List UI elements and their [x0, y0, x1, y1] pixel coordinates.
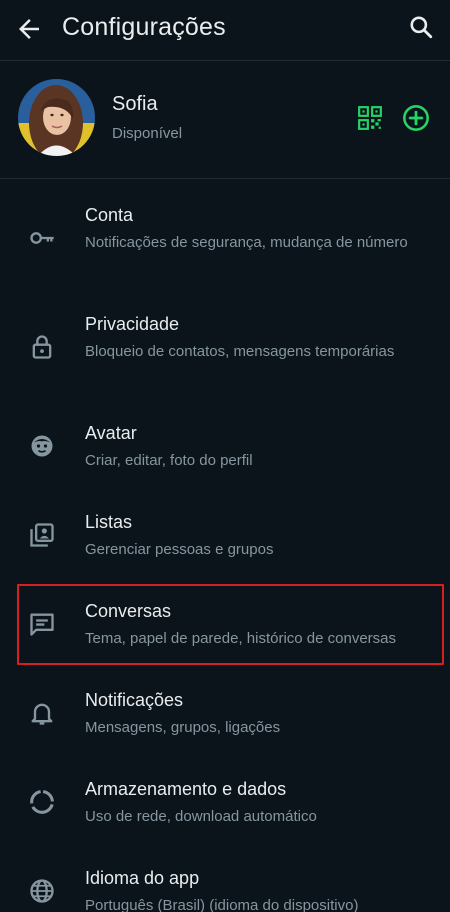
settings-item-notificacoes[interactable]: Notificações Mensagens, grupos, ligações: [0, 681, 450, 747]
avatar-face-icon: [31, 435, 53, 457]
settings-item-label: Notificações: [85, 690, 184, 710]
settings-item-label: Conta: [85, 205, 134, 225]
settings-item-subtitle: Notificações de segurança, mudança de nú…: [85, 234, 408, 251]
add-circle-icon[interactable]: [402, 104, 430, 132]
settings-item-listas[interactable]: Listas Gerenciar pessoas e grupos: [0, 503, 450, 569]
settings-item-subtitle: Gerenciar pessoas e grupos: [85, 541, 274, 558]
lock-icon: [32, 335, 52, 359]
settings-item-armazenamento[interactable]: Armazenamento e dados Uso de rede, downl…: [0, 770, 450, 836]
profile-name: Sofia: [112, 93, 158, 115]
highlight-box: [17, 584, 444, 665]
arrow-left-icon[interactable]: [14, 14, 44, 44]
settings-item-subtitle: Português (Brasil) (idioma do dispositiv…: [85, 897, 359, 912]
settings-item-subtitle: Uso de rede, download automático: [85, 808, 317, 825]
settings-item-subtitle: Mensagens, grupos, ligações: [85, 719, 281, 736]
globe-icon: [30, 879, 54, 903]
key-icon: [30, 232, 54, 244]
app-bar: Configurações: [0, 0, 450, 58]
data-usage-icon: [30, 790, 54, 814]
settings-item-idioma[interactable]: Idioma do app Português (Brasil) (idioma…: [0, 859, 450, 912]
avatar[interactable]: [18, 79, 95, 156]
settings-item-label: Privacidade: [85, 314, 180, 334]
search-icon[interactable]: [408, 14, 434, 40]
settings-item-label: Idioma do app: [85, 868, 200, 888]
qr-code-icon[interactable]: [357, 105, 383, 131]
settings-item-avatar[interactable]: Avatar Criar, editar, foto do perfil: [0, 414, 450, 480]
profile-status: Disponível: [112, 125, 183, 142]
settings-item-privacidade[interactable]: Privacidade Bloqueio de contatos, mensag…: [0, 305, 450, 391]
settings-item-subtitle: Criar, editar, foto do perfil: [85, 452, 253, 469]
bell-icon: [31, 703, 53, 725]
settings-item-subtitle: Bloqueio de contatos, mensagens temporár…: [85, 343, 395, 360]
settings-item-conta[interactable]: Conta Notificações de segurança, mudança…: [0, 196, 450, 282]
contact-list-icon: [30, 523, 54, 547]
settings-item-label: Listas: [85, 512, 133, 532]
settings-item-label: Armazenamento e dados: [85, 779, 287, 799]
profile-divider: [0, 178, 450, 179]
profile-card[interactable]: Sofia Disponível: [0, 62, 450, 177]
settings-item-label: Avatar: [85, 423, 137, 443]
header-divider: [0, 60, 450, 61]
page-title: Configurações: [62, 13, 226, 41]
